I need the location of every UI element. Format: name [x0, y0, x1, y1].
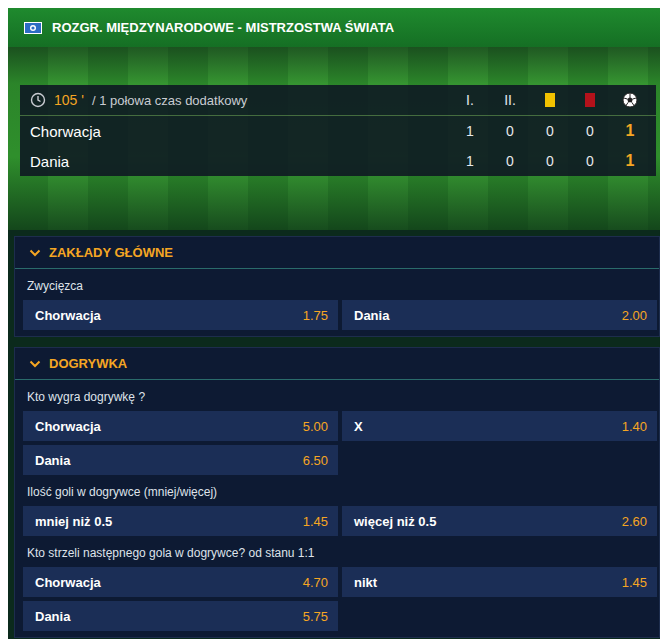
- odds-button[interactable]: nikt 1.45: [342, 567, 657, 597]
- market-title: Ilość goli w dogrywce (mniej/więcej): [23, 475, 657, 506]
- score-value: 1: [610, 122, 650, 140]
- market-title: Zwycięzca: [23, 269, 657, 300]
- market: Kto strzeli następnego gola w dogrywce? …: [23, 536, 657, 631]
- outcome-label: mniej niż 0.5: [35, 514, 112, 529]
- outcome-odds: 5.00: [303, 419, 328, 434]
- match-time: 105 ': [54, 92, 84, 108]
- outcome-label: Chorwacja: [35, 575, 101, 590]
- section-title: ZAKŁADY GŁÓWNE: [49, 245, 173, 260]
- outcome-label: Dania: [35, 609, 70, 624]
- team-name: Dania: [30, 153, 69, 170]
- outcome-odds: 1.45: [303, 514, 328, 529]
- column-header: II.: [490, 92, 530, 108]
- red-card-icon: [585, 93, 595, 107]
- outcome-odds: 2.00: [622, 308, 647, 323]
- score-value: 0: [570, 122, 610, 140]
- section-header[interactable]: ZAKŁADY GŁÓWNE: [15, 237, 659, 269]
- flag-icon: [24, 22, 42, 34]
- column-header: I.: [450, 92, 490, 108]
- team-row: Chorwacja10001: [20, 116, 656, 146]
- outcome-label: Chorwacja: [35, 308, 101, 323]
- outcome-label: Chorwacja: [35, 419, 101, 434]
- outcome-odds: 4.70: [303, 575, 328, 590]
- page: ROZGR. MIĘDZYNARODOWE - MISTRZOSTWA ŚWIA…: [0, 0, 668, 639]
- clock-icon: [30, 92, 46, 108]
- score-value: 1: [450, 152, 490, 170]
- team-name: Chorwacja: [30, 123, 101, 140]
- market: Kto wygra dogrywkę ? Chorwacja 5.00 X 1.40 Da…: [23, 380, 657, 475]
- score-value: 1: [450, 122, 490, 140]
- outcome-odds: 1.45: [622, 575, 647, 590]
- score-value: 0: [530, 122, 570, 140]
- bet-section: DOGRYWKA Kto wygra dogrywkę ? Chorwacja 5.0…: [14, 347, 660, 638]
- outcome-label: więcej niż 0.5: [354, 514, 436, 529]
- chevron-icon: [29, 247, 41, 259]
- scoreboard: 105 ' / 1 połowa czas dodatkowy I.II. Chorw…: [20, 85, 656, 176]
- competition-title: ROZGR. MIĘDZYNARODOWE - MISTRZOSTWA ŚWIA…: [52, 20, 394, 35]
- column-header: [530, 92, 570, 108]
- column-header: [570, 92, 610, 108]
- odds-button[interactable]: mniej niż 0.5 1.45: [23, 506, 338, 536]
- outcome-odds: 2.60: [622, 514, 647, 529]
- score-value: 0: [530, 152, 570, 170]
- odds-button[interactable]: Chorwacja 4.70: [23, 567, 338, 597]
- stadium-picture: 105 ' / 1 połowa czas dodatkowy I.II. Chorw…: [8, 47, 660, 230]
- section-header[interactable]: DOGRYWKA: [15, 348, 659, 380]
- outcome-label: X: [354, 419, 363, 434]
- odds-button[interactable]: Dania 6.50: [23, 445, 338, 475]
- odds-button[interactable]: Dania 2.00: [342, 300, 657, 330]
- team-row: Dania10001: [20, 146, 656, 176]
- odds-button[interactable]: Dania 5.75: [23, 601, 338, 631]
- outcome-label: Dania: [354, 308, 389, 323]
- outcome-odds: 1.75: [303, 308, 328, 323]
- score-value: 0: [490, 122, 530, 140]
- outcome-odds: 5.75: [303, 609, 328, 624]
- market: Zwycięzca Chorwacja 1.75 Dania 2.00: [23, 269, 657, 330]
- section-title: DOGRYWKA: [49, 356, 127, 371]
- outcome-label: Dania: [35, 453, 70, 468]
- yellow-card-icon: [545, 93, 555, 107]
- odds-button[interactable]: Chorwacja 5.00: [23, 411, 338, 441]
- outcome-odds: 1.40: [622, 419, 647, 434]
- scoreboard-header: 105 ' / 1 połowa czas dodatkowy I.II.: [20, 85, 656, 116]
- bet-section: ZAKŁADY GŁÓWNE Zwycięzca Chorwacja 1.75 Dani…: [14, 236, 660, 337]
- market: Ilość goli w dogrywce (mniej/więcej)mnie…: [23, 475, 657, 536]
- competition-header: ROZGR. MIĘDZYNARODOWE - MISTRZOSTWA ŚWIA…: [8, 8, 660, 47]
- ball-icon: [622, 92, 638, 108]
- score-value: 0: [570, 152, 610, 170]
- chevron-icon: [29, 358, 41, 370]
- market-title: Kto strzeli następnego gola w dogrywce? …: [23, 536, 657, 567]
- odds-button[interactable]: Chorwacja 1.75: [23, 300, 338, 330]
- outcome-label: nikt: [354, 575, 377, 590]
- column-header: [610, 92, 650, 108]
- score-value: 1: [610, 152, 650, 170]
- odds-button[interactable]: X 1.40: [342, 411, 657, 441]
- market-title: Kto wygra dogrywkę ?: [23, 380, 657, 411]
- match-period: / 1 połowa czas dodatkowy: [92, 93, 247, 108]
- odds-button[interactable]: więcej niż 0.5 2.60: [342, 506, 657, 536]
- outcome-odds: 6.50: [303, 453, 328, 468]
- score-value: 0: [490, 152, 530, 170]
